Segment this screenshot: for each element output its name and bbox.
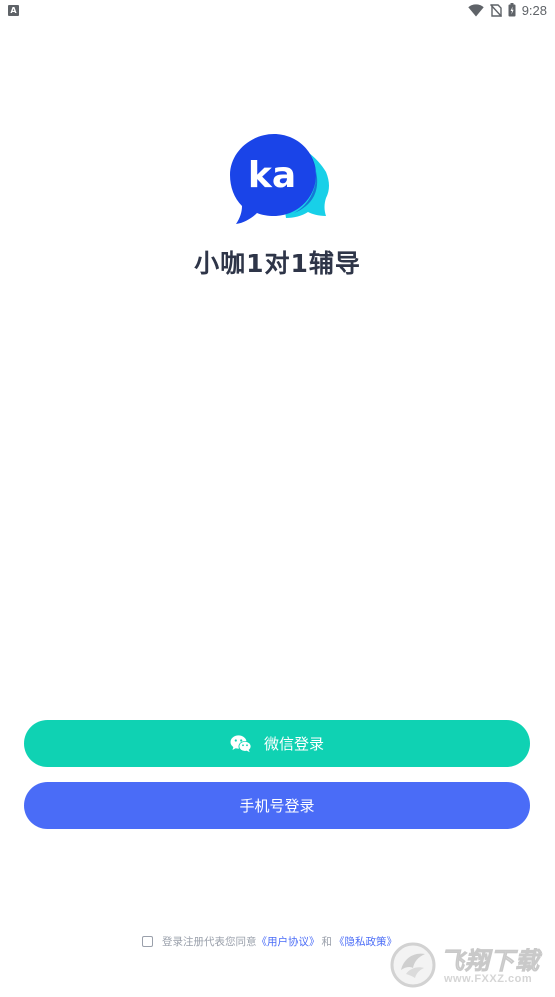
user-agreement-link[interactable]: 《用户协议》 [257, 934, 320, 949]
agreement-checkbox[interactable] [142, 935, 153, 947]
chat-bubble-logo-icon: ka [230, 134, 329, 224]
status-left: A [8, 4, 19, 16]
watermark-text: 飞翔下载 [440, 947, 540, 976]
agreement-conjunction: 和 [321, 935, 333, 948]
app-title: 小咖1对1辅导 [194, 249, 361, 278]
agreement-prefix: 登录注册代表您同意 [162, 935, 257, 948]
a-notification-icon: A [8, 4, 19, 16]
battery-icon [508, 3, 516, 17]
wechat-icon [230, 734, 252, 753]
app-logo: ka [222, 128, 334, 228]
status-right: 9:28 [467, 2, 547, 18]
watermark: 飞翔下载 www.FXXZ.com [388, 940, 548, 992]
status-time: 9:28 [521, 2, 547, 18]
no-sim-icon [489, 3, 502, 17]
phone-login-label: 手机号登录 [239, 797, 315, 815]
wechat-login-label: 微信登录 [263, 735, 324, 753]
phone-login-button[interactable]: 手机号登录 [24, 782, 530, 829]
watermark-url: www.FXXZ.com [444, 973, 533, 985]
agreement-row: 登录注册代表您同意 《用户协议》 和 《隐私政策》 [142, 933, 397, 949]
wechat-login-button[interactable]: 微信登录 [24, 720, 530, 767]
status-bar: A 9:28 [0, 0, 555, 20]
wifi-icon [467, 3, 484, 17]
logo-text: ka [248, 155, 296, 196]
login-screen: A 9:28 ka 小咖1对1辅导 微信登录 手机号登录 登录注册代表您同意 《… [0, 0, 555, 997]
fxxz-logo-icon [390, 942, 436, 988]
